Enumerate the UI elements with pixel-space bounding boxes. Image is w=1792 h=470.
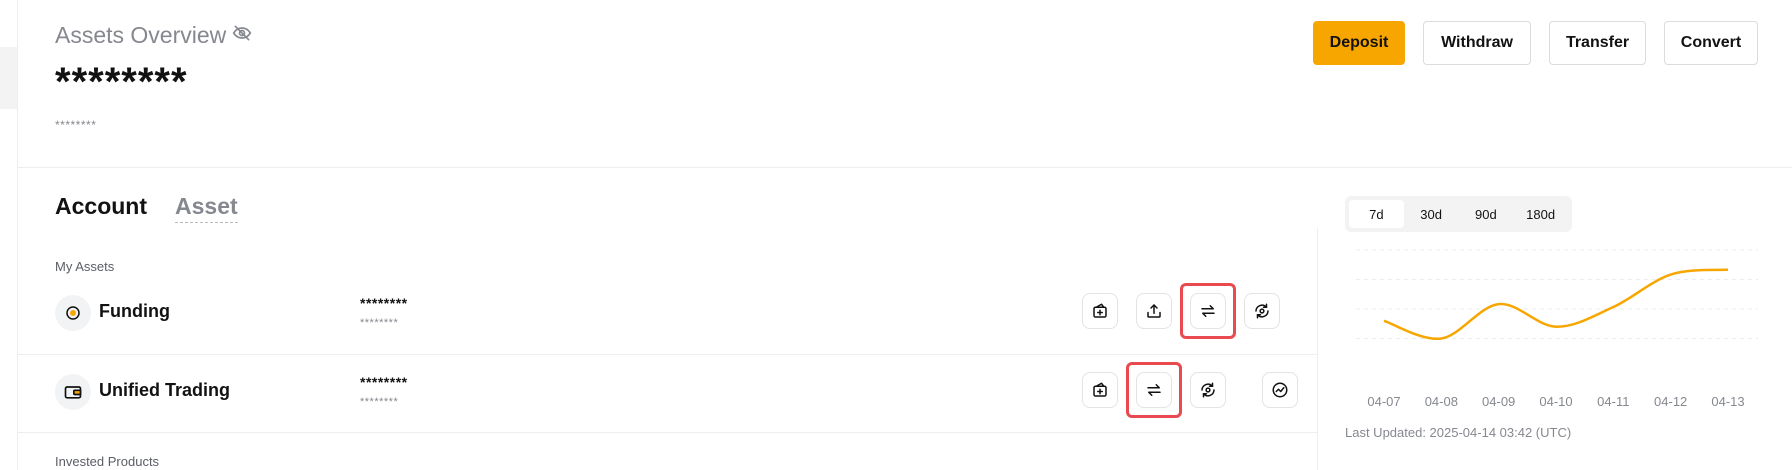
x-tick-label: 04-10 [1539, 394, 1572, 408]
deposit-button[interactable]: Deposit [1313, 21, 1405, 65]
highlight-box [1126, 362, 1182, 418]
range-tab-90d[interactable]: 90d [1459, 200, 1514, 228]
trade-icon[interactable] [1262, 372, 1298, 408]
series-line [1383, 268, 1729, 340]
x-tick-label: 04-09 [1482, 394, 1515, 408]
row-divider [18, 432, 1318, 433]
section-divider [18, 167, 1792, 168]
transfer-button[interactable]: Transfer [1549, 21, 1646, 65]
account-name: Unified Trading [99, 380, 231, 400]
x-tick-label: 04-12 [1654, 394, 1687, 408]
wallet-icon [55, 374, 91, 410]
tab-asset[interactable]: Asset [175, 193, 238, 223]
x-tick-label: 04-07 [1367, 394, 1400, 408]
rail-active-indicator [0, 47, 17, 109]
convert-icon[interactable] [1190, 372, 1226, 408]
assets-overview-header: Assets Overview [55, 22, 252, 49]
range-tab-180d[interactable]: 180d [1513, 200, 1568, 228]
eye-off-icon[interactable] [232, 22, 252, 49]
x-tick-label: 04-08 [1425, 394, 1458, 408]
account-row-unified-trading[interactable]: Unified Trading ******** ******** [18, 353, 1318, 431]
highlight-box [1180, 283, 1236, 339]
total-balance: ******** [55, 60, 188, 104]
account-balance-sub: ******** [360, 317, 399, 329]
withdraw-icon[interactable] [1136, 293, 1172, 329]
total-balance-sub: ******** [55, 118, 97, 132]
account-row-funding[interactable]: Funding ******** ******** [18, 274, 1318, 352]
left-rail [0, 0, 18, 470]
deposit-icon[interactable] [1082, 372, 1118, 408]
coin-icon [55, 295, 91, 331]
range-tab-7d[interactable]: 7d [1349, 200, 1404, 228]
withdraw-button[interactable]: Withdraw [1423, 21, 1531, 65]
convert-icon[interactable] [1244, 293, 1280, 329]
deposit-icon[interactable] [1082, 293, 1118, 329]
account-balance: ******** [360, 374, 408, 390]
invested-products-label: Invested Products [55, 454, 160, 469]
overview-title-row: Assets Overview [55, 22, 252, 49]
range-selector: 7d 30d 90d 180d [1345, 196, 1572, 232]
account-balance: ******** [360, 295, 408, 311]
last-updated: Last Updated: 2025-04-14 03:42 (UTC) [1345, 425, 1572, 440]
overview-title: Assets Overview [55, 22, 227, 48]
asset-line-chart: 04-07 04-08 04-09 04-10 04-11 04-12 04-13 [1356, 249, 1758, 408]
range-tab-30d[interactable]: 30d [1404, 200, 1459, 228]
x-tick-label: 04-13 [1711, 394, 1744, 408]
top-actions: Deposit Withdraw Transfer Convert [1313, 21, 1758, 65]
view-tabs: Account Asset [55, 193, 238, 223]
account-name: Funding [99, 301, 170, 321]
tab-account[interactable]: Account [55, 193, 147, 223]
my-assets-label: My Assets [55, 259, 115, 274]
convert-button[interactable]: Convert [1664, 21, 1758, 65]
x-tick-label: 04-11 [1597, 394, 1629, 408]
account-balance-sub: ******** [360, 396, 399, 408]
